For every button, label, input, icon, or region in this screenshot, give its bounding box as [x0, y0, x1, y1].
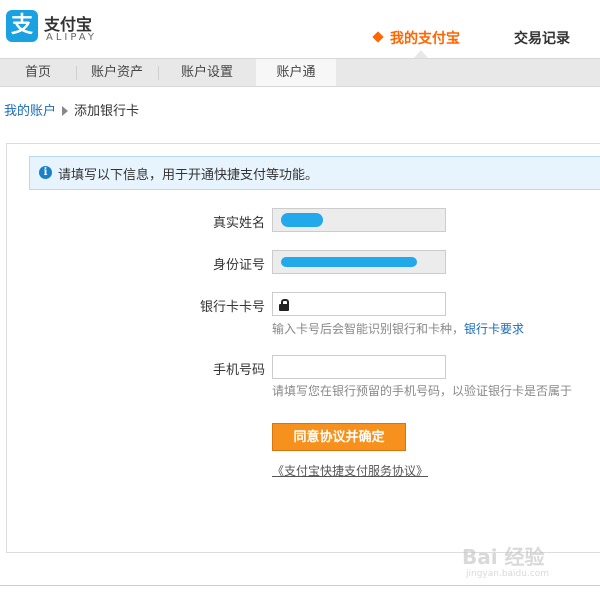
card-number-label: 银行卡卡号 [199, 300, 265, 315]
agree-and-confirm-button[interactable]: 同意协议并确定 [272, 423, 406, 451]
breadcrumb-my-account[interactable]: 我的账户 [4, 104, 56, 119]
redaction-scribble [281, 213, 323, 227]
tab-account-settings[interactable]: 账户设置 [158, 59, 256, 86]
phone-label: 手机号码 [212, 363, 265, 378]
baidu-jingyan-watermark: Bai 经验 jingyan.baidu.com [462, 535, 592, 585]
watermark-subtext: jingyan.baidu.com [466, 569, 550, 579]
id-number-label: 身份证号 [212, 258, 265, 273]
breadcrumb: 我的账户 添加银行卡 [4, 100, 139, 119]
nav-my-alipay-label: 我的支付宝 [390, 31, 460, 47]
footer-divider [0, 585, 600, 586]
nav-my-alipay[interactable]: 我的支付宝 [372, 28, 460, 52]
info-notice: i 请填写以下信息，用于开通快捷支付等功能。 [29, 156, 600, 190]
watermark-text: Bai 经验 [462, 545, 545, 569]
tab-account-tong[interactable]: 账户通 [256, 59, 336, 86]
breadcrumb-current: 添加银行卡 [74, 104, 140, 119]
real-name-label: 真实姓名 [212, 216, 265, 231]
active-nav-caret [414, 50, 428, 58]
id-number-field [272, 250, 446, 274]
triangle-right-icon [62, 106, 69, 116]
lock-icon [279, 299, 289, 311]
card-number-input[interactable] [273, 293, 439, 316]
phone-field[interactable] [272, 355, 446, 379]
tab-home[interactable]: 首页 [0, 59, 76, 86]
quick-pay-agreement-link[interactable]: 《支付宝快捷支付服务协议》 [272, 464, 428, 478]
card-number-field[interactable] [272, 292, 446, 316]
phone-input[interactable] [273, 356, 431, 379]
tab-bar: 首页 账户资产 账户设置 账户通 [0, 58, 600, 87]
card-requirements-link[interactable]: 银行卡要求 [464, 322, 524, 336]
info-icon: i [39, 166, 52, 179]
header: 支 支付宝 ALIPAY 我的支付宝 交易记录 [0, 0, 600, 58]
alipay-logo[interactable]: 支 支付宝 ALIPAY [6, 10, 126, 46]
alipay-logo-icon: 支 [6, 10, 38, 42]
real-name-field [272, 208, 446, 232]
add-card-panel: i 请填写以下信息，用于开通快捷支付等功能。 真实姓名 身份证号 银行卡卡号 输… [6, 143, 600, 553]
card-hint-text: 输入卡号后会智能识别银行和卡种， [272, 322, 465, 336]
redaction-scribble [281, 257, 417, 267]
logo-text-en: ALIPAY [46, 32, 97, 43]
nav-transaction-records[interactable]: 交易记录 [514, 28, 570, 52]
phone-hint: 请填写您在银行预留的手机号码，以验证银行卡是否属于 [272, 384, 573, 398]
card-number-hint: 输入卡号后会智能识别银行和卡种，银行卡要求 [272, 320, 524, 337]
agreement-link-row: 《支付宝快捷支付服务协议》 [272, 462, 428, 479]
tab-account-assets[interactable]: 账户资产 [76, 59, 158, 86]
notice-text: 请填写以下信息，用于开通快捷支付等功能。 [58, 168, 319, 183]
diamond-icon [372, 31, 384, 43]
